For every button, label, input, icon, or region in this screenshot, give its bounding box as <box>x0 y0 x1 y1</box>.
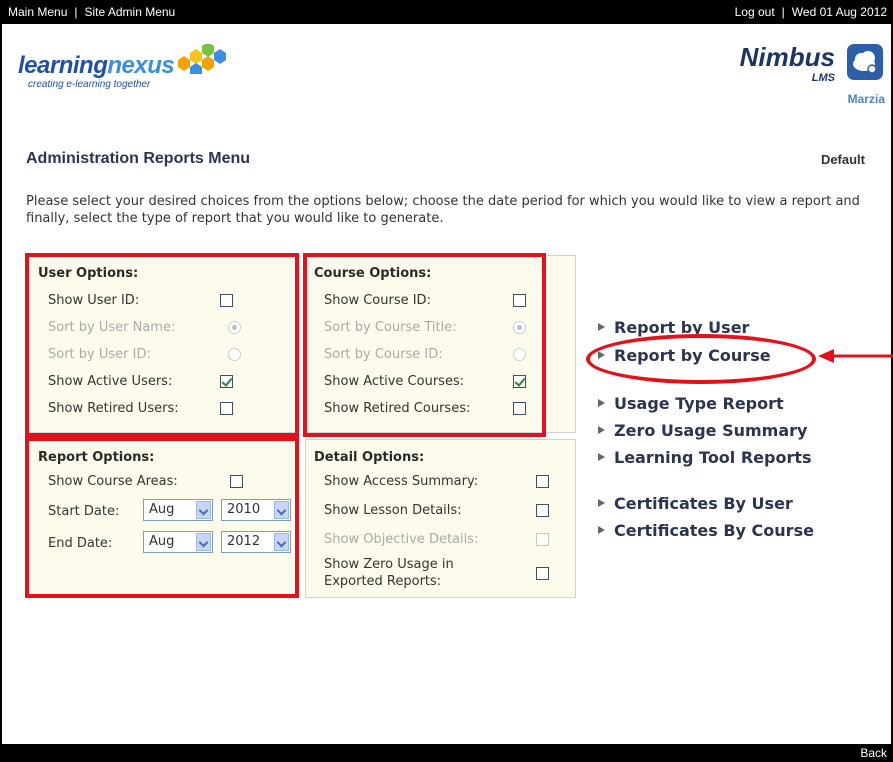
show-lesson-details-label: Show Lesson Details: <box>324 503 462 518</box>
show-zero-usage-row: Show Zero Usage in Exported Reports: <box>324 556 549 592</box>
highlight-box-user-options <box>25 253 299 437</box>
back-button[interactable]: Back <box>860 746 887 760</box>
show-access-summary-checkbox[interactable] <box>536 475 549 488</box>
separator: | <box>781 5 785 19</box>
page-title: Administration Reports Menu <box>26 150 251 167</box>
nimbus-lms-logo: Nimbus LMS <box>723 42 883 92</box>
site-admin-menu-link[interactable]: Site Admin Menu <box>85 5 176 19</box>
main-menu-link[interactable]: Main Menu <box>8 5 67 19</box>
show-lesson-details-checkbox[interactable] <box>536 504 549 517</box>
logo-tagline: creating e-learning together <box>28 79 151 90</box>
current-date: Wed 01 Aug 2012 <box>791 5 887 19</box>
brand-name: Nimbus <box>739 42 835 72</box>
top-bar: Main Menu | Site Admin Menu Log out | Wed 01… <box>0 0 893 24</box>
highlight-ellipse <box>586 334 816 384</box>
intro-text: Please select your desired choices from … <box>26 194 860 226</box>
zero-usage-summary-link[interactable]: Zero Usage Summary <box>598 421 807 440</box>
show-access-summary-label: Show Access Summary: <box>324 474 479 489</box>
triangle-right-icon <box>598 499 605 507</box>
username[interactable]: Marzia <box>848 92 885 106</box>
red-arrow-icon <box>818 349 893 363</box>
learningnexus-logo: learningnexus creating e-learning togeth… <box>18 44 226 90</box>
show-objective-details-checkbox[interactable] <box>536 533 549 546</box>
certificates-by-user-link[interactable]: Certificates By User <box>598 494 793 513</box>
learning-tool-reports-label: Learning Tool Reports <box>614 448 812 467</box>
logout-link[interactable]: Log out <box>735 5 775 19</box>
highlight-box-report-options <box>25 437 299 598</box>
certificates-by-course-label: Certificates By Course <box>614 521 814 540</box>
detail-options-heading: Detail Options: <box>314 450 425 465</box>
separator: | <box>74 5 78 19</box>
show-lesson-details-row: Show Lesson Details: <box>324 501 549 521</box>
cloud-icon <box>847 44 883 80</box>
detail-options-panel: Detail Options: Show Access Summary: Sho… <box>305 439 576 598</box>
triangle-right-icon <box>598 323 605 331</box>
certificates-by-user-label: Certificates By User <box>614 494 793 513</box>
hexagon-cluster-icon <box>178 44 226 74</box>
show-zero-usage-label-line1: Show Zero Usage in <box>324 557 454 572</box>
highlight-box-course-options <box>303 253 546 437</box>
triangle-right-icon <box>598 453 605 461</box>
logo-text-nexus: nexus <box>107 52 175 79</box>
zero-usage-summary-label: Zero Usage Summary <box>614 421 808 440</box>
show-objective-details-row: Show Objective Details: <box>324 530 549 550</box>
logo-text-learning: learning <box>18 52 108 79</box>
triangle-right-icon <box>598 399 605 407</box>
default-label: Default <box>820 152 865 167</box>
triangle-right-icon <box>598 526 605 534</box>
triangle-right-icon <box>598 426 605 434</box>
show-zero-usage-checkbox[interactable] <box>536 567 549 580</box>
certificates-by-course-link[interactable]: Certificates By Course <box>598 521 814 540</box>
usage-type-report-link[interactable]: Usage Type Report <box>598 394 784 413</box>
show-objective-details-label: Show Objective Details: <box>324 532 479 547</box>
learning-tool-reports-link[interactable]: Learning Tool Reports <box>598 448 812 467</box>
show-access-summary-row: Show Access Summary: <box>324 472 549 492</box>
bottom-bar: Back <box>0 744 893 762</box>
usage-type-report-label: Usage Type Report <box>614 394 784 413</box>
brand-sub: LMS <box>811 72 835 84</box>
show-zero-usage-label-line2: Exported Reports: <box>324 574 442 589</box>
